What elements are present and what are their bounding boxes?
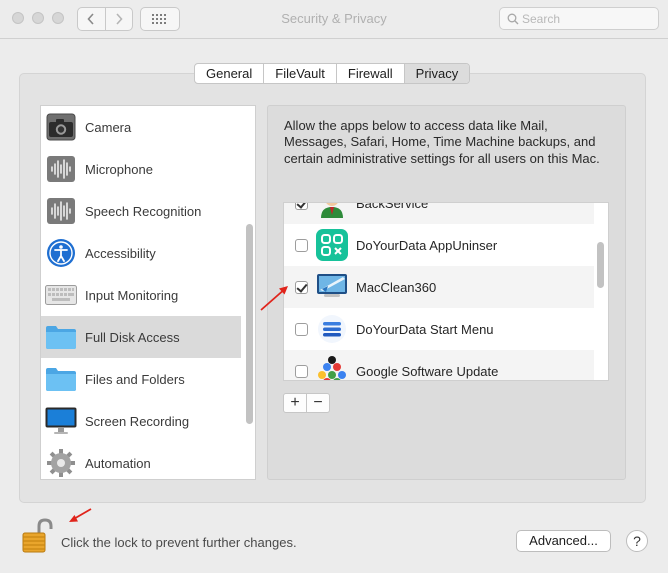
help-button[interactable]: ? [626, 530, 648, 552]
sidebar-item-label: Full Disk Access [85, 329, 180, 345]
close-window-button[interactable] [12, 12, 24, 24]
add-remove-controls: + − [283, 393, 330, 413]
tab-filevault[interactable]: FileVault [263, 64, 336, 83]
app-checkbox[interactable] [295, 203, 308, 210]
sidebar-item-input-monitoring[interactable]: Input Monitoring [41, 274, 241, 316]
app-checkbox[interactable] [295, 238, 308, 252]
app-checkbox[interactable] [295, 322, 308, 336]
advanced-button[interactable]: Advanced... [516, 530, 611, 552]
camera-icon [45, 111, 77, 143]
microphone-icon [45, 153, 77, 185]
privacy-category-list[interactable]: Camera Microphone Speech Recognition Acc… [40, 105, 256, 480]
tab-bar: General FileVault Firewall Privacy [194, 63, 471, 84]
forward-button[interactable] [104, 8, 133, 30]
sidebar-item-microphone[interactable]: Microphone [41, 148, 241, 190]
app-label: DoYourData AppUninser [356, 237, 498, 253]
search-field[interactable] [499, 7, 659, 30]
sidebar-item-label: Automation [85, 455, 151, 471]
sidebar-item-label: Accessibility [85, 245, 156, 261]
navigation-buttons [77, 7, 133, 31]
macclean360-icon [316, 271, 348, 303]
app-label: BackService [356, 202, 429, 211]
list-item-google-software-update[interactable]: Google Software Update [284, 350, 594, 380]
google-software-update-icon [316, 355, 348, 380]
access-description: Allow the apps below to access data like… [284, 118, 600, 166]
display-icon [45, 405, 77, 437]
backservice-icon [316, 203, 348, 219]
remove-app-button[interactable]: − [306, 394, 329, 412]
search-input[interactable] [522, 10, 652, 27]
sidebar-item-files-and-folders[interactable]: Files and Folders [41, 358, 241, 400]
sidebar-item-label: Speech Recognition [85, 203, 202, 219]
doyourdata-start-menu-icon [316, 313, 348, 345]
app-list-scrollbar[interactable] [597, 242, 604, 288]
sidebar-item-speech-recognition[interactable]: Speech Recognition [41, 190, 241, 232]
minimize-window-button[interactable] [32, 12, 44, 24]
annotation-arrow-icon [260, 286, 288, 311]
sidebar-item-screen-recording[interactable]: Screen Recording [41, 400, 241, 442]
search-icon [507, 13, 519, 25]
app-label: Google Software Update [356, 363, 499, 379]
tab-general[interactable]: General [195, 64, 263, 83]
category-list-scrollbar[interactable] [246, 224, 253, 424]
sidebar-item-automation[interactable]: Automation [41, 442, 241, 479]
zoom-window-button[interactable] [52, 12, 64, 24]
chevron-right-icon [116, 13, 123, 25]
accessibility-icon [45, 237, 77, 269]
gear-icon [45, 447, 77, 479]
list-item-backservice[interactable]: BackService [284, 202, 594, 224]
lock-button[interactable] [20, 518, 54, 554]
sidebar-item-label: Screen Recording [85, 413, 190, 429]
add-app-button[interactable]: + [284, 394, 306, 412]
sidebar-item-label: Input Monitoring [85, 287, 179, 303]
chevron-left-icon [87, 13, 94, 25]
sidebar-item-camera[interactable]: Camera [41, 106, 241, 148]
sidebar-item-label: Files and Folders [85, 371, 185, 387]
list-item-doyourdata-start-menu[interactable]: DoYourData Start Menu [284, 308, 594, 350]
keyboard-icon [45, 279, 77, 311]
sidebar-item-label: Microphone [85, 161, 153, 177]
title-bar: Security & Privacy [0, 0, 668, 39]
doyourdata-appuninser-icon [316, 229, 348, 261]
lock-status-text: Click the lock to prevent further change… [61, 535, 297, 550]
app-checkbox[interactable] [295, 364, 308, 378]
grid-icon [152, 14, 166, 24]
app-label: MacClean360 [356, 279, 437, 295]
unlocked-padlock-icon [22, 518, 53, 553]
back-button[interactable] [78, 8, 105, 30]
annotation-arrow-icon [69, 508, 92, 522]
list-item-doyourdata-appuninser[interactable]: DoYourData AppUninser [284, 224, 594, 266]
tab-privacy[interactable]: Privacy [403, 64, 470, 83]
sidebar-item-accessibility[interactable]: Accessibility [41, 232, 241, 274]
app-list[interactable]: BackService DoYourData AppUninser MacCle… [283, 202, 609, 381]
tab-firewall[interactable]: Firewall [335, 64, 404, 83]
folder-icon [45, 321, 77, 353]
speech-recognition-icon [45, 195, 77, 227]
list-item-macclean360[interactable]: MacClean360 [284, 266, 594, 308]
sidebar-item-label: Camera [85, 119, 132, 135]
show-all-button[interactable] [140, 7, 180, 31]
folder-icon [45, 363, 77, 395]
app-label: DoYourData Start Menu [356, 321, 494, 337]
sidebar-item-full-disk-access[interactable]: Full Disk Access [41, 316, 241, 358]
app-checkbox[interactable] [295, 280, 308, 294]
